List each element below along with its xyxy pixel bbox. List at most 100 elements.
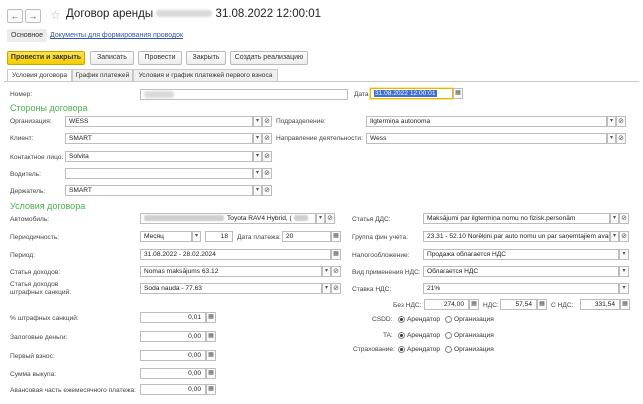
vat-calc-icon[interactable]: ▦ — [537, 299, 547, 310]
car-field[interactable]: Toyota RAV4 Hybrid, ( — [140, 213, 316, 224]
create-realization-button[interactable]: Создать реализацию — [230, 51, 308, 65]
number-label: Номер: — [10, 91, 33, 98]
with-vat-field[interactable]: 331,54 — [580, 299, 620, 310]
section-parties-title: Стороны договора — [10, 103, 88, 113]
vat-rate-label: Ставка НДС: — [352, 286, 392, 293]
buyout-label: Сумма выкупа: — [10, 371, 57, 378]
date-field[interactable]: 31.08.2022 12:00:01 — [370, 88, 453, 99]
redacted-number — [156, 10, 213, 18]
period-calendar-icon[interactable]: ▦ — [331, 249, 341, 260]
insurance-radio-organization[interactable] — [445, 346, 452, 353]
car-open-icon[interactable]: ⊘ — [325, 213, 335, 224]
periodicity-day-field[interactable]: 18 — [205, 231, 233, 242]
division-open-icon[interactable]: ⊘ — [616, 116, 626, 127]
buyout-calc-icon[interactable]: ▦ — [206, 368, 216, 379]
client-open-icon[interactable]: ⊘ — [262, 133, 272, 144]
activity-open-icon[interactable]: ⊘ — [616, 133, 626, 144]
division-field[interactable]: Ilgtermiņa autonoma — [366, 116, 607, 127]
advance-label: Авансовая часть ежемесячного платежа: — [10, 387, 136, 394]
tab-divider — [4, 81, 639, 82]
contact-open-icon[interactable]: ⊘ — [262, 151, 272, 162]
driver-open-icon[interactable]: ⊘ — [262, 168, 272, 179]
buyout-field[interactable]: 0,00 — [140, 368, 206, 379]
save-button[interactable]: Записать — [90, 51, 134, 65]
csdd-radio-organization[interactable] — [445, 316, 452, 323]
dds-dropdown-icon[interactable]: ▾ — [610, 213, 619, 224]
penalty-income-dropdown-icon[interactable]: ▾ — [322, 283, 331, 294]
payment-day-calendar-icon[interactable]: ▦ — [331, 231, 341, 242]
csdd-organization-label: Организация — [454, 316, 494, 323]
close-button[interactable]: Закрыть — [186, 51, 226, 65]
holder-open-icon[interactable]: ⊘ — [262, 185, 272, 196]
ta-organization-label: Организация — [454, 332, 494, 339]
income-open-icon[interactable]: ⊘ — [331, 266, 341, 277]
deposit-label: Залоговые деньги: — [10, 334, 68, 341]
tab-payment-schedule[interactable]: График платежей — [72, 69, 133, 81]
client-dropdown-icon[interactable]: ▾ — [253, 133, 262, 144]
post-and-close-button[interactable]: Провести и закрыть — [7, 51, 85, 65]
vat-type-dropdown-icon[interactable]: ▾ — [619, 266, 629, 277]
fin-group-open-icon[interactable]: ⊘ — [619, 231, 629, 242]
contact-field[interactable]: Solvita — [65, 151, 253, 162]
activity-field[interactable]: Wess — [366, 133, 607, 144]
dds-field[interactable]: Maksājumi par ilgtermiņa nomu no fizisk.… — [423, 213, 610, 224]
back-button[interactable]: ← — [7, 9, 23, 23]
forward-button[interactable]: → — [25, 9, 41, 23]
vat-rate-dropdown-icon[interactable]: ▾ — [619, 283, 629, 294]
deposit-calc-icon[interactable]: ▦ — [206, 331, 216, 342]
first-payment-field[interactable]: 0,00 — [140, 350, 206, 361]
penalty-percent-field[interactable]: 0,01 — [140, 312, 206, 323]
date-label: Дата: — [354, 91, 371, 98]
vat-rate-field[interactable]: 21% — [423, 283, 619, 294]
car-dropdown-icon[interactable]: ▾ — [316, 213, 325, 224]
penalty-income-open-icon[interactable]: ⊘ — [331, 283, 341, 294]
ta-radio-organization[interactable] — [445, 332, 452, 339]
organization-open-icon[interactable]: ⊘ — [262, 116, 272, 127]
activity-dropdown-icon[interactable]: ▾ — [607, 133, 616, 144]
taxation-dropdown-icon[interactable]: ▾ — [619, 249, 629, 260]
contact-dropdown-icon[interactable]: ▾ — [253, 151, 262, 162]
organization-dropdown-icon[interactable]: ▾ — [253, 116, 262, 127]
ta-radio-tenant[interactable] — [398, 332, 405, 339]
advance-calc-icon[interactable]: ▦ — [206, 384, 216, 395]
subnav-main[interactable]: Основное — [7, 29, 48, 42]
with-vat-calc-icon[interactable]: ▦ — [620, 299, 630, 310]
penalty-income-field[interactable]: Soda nauda - 77.63 — [140, 283, 322, 294]
income-dropdown-icon[interactable]: ▾ — [322, 266, 331, 277]
advance-field[interactable]: 0,00 — [140, 384, 206, 395]
fin-group-dropdown-icon[interactable]: ▾ — [610, 231, 619, 242]
income-field[interactable]: Nomas maksājums 63.12 — [140, 266, 322, 277]
division-dropdown-icon[interactable]: ▾ — [607, 116, 616, 127]
fin-group-field[interactable]: 23.31 - 52.10 Norēķini par auto nomu un … — [423, 231, 610, 242]
date-calendar-icon[interactable]: ▦ — [453, 88, 463, 99]
holder-field[interactable]: SMART — [65, 185, 253, 196]
tab-first-payment[interactable]: Условия и график платежей первого взноса — [133, 69, 278, 81]
driver-dropdown-icon[interactable]: ▾ — [253, 168, 262, 179]
dds-open-icon[interactable]: ⊘ — [619, 213, 629, 224]
number-field[interactable] — [140, 89, 348, 100]
csdd-radio-tenant[interactable] — [398, 316, 405, 323]
holder-label: Держатель: — [10, 188, 46, 195]
subnav-documents-link[interactable]: Документы для формирования проводок — [46, 29, 187, 42]
organization-field[interactable]: WESS — [65, 116, 253, 127]
first-payment-calc-icon[interactable]: ▦ — [206, 350, 216, 361]
driver-field[interactable] — [65, 168, 253, 179]
period-field[interactable]: 31.08.2022 - 28.02.2024 — [140, 249, 331, 260]
no-vat-calc-icon[interactable]: ▦ — [469, 299, 479, 310]
post-button[interactable]: Провести — [138, 51, 182, 65]
penalty-percent-calc-icon[interactable]: ▦ — [206, 312, 216, 323]
deposit-field[interactable]: 0,00 — [140, 331, 206, 342]
vat-label: НДС: — [483, 302, 499, 309]
vat-field[interactable]: 57,54 — [500, 299, 537, 310]
client-field[interactable]: SMART — [65, 133, 253, 144]
favorite-star-icon[interactable]: ☆ — [50, 8, 61, 22]
periodicity-field[interactable]: Месяц — [140, 231, 192, 242]
vat-type-field[interactable]: Облагается НДС — [423, 266, 619, 277]
no-vat-field[interactable]: 274,00 — [424, 299, 469, 310]
taxation-field[interactable]: Продажа облагается НДС — [423, 249, 619, 260]
insurance-radio-tenant[interactable] — [398, 346, 405, 353]
payment-day-field[interactable]: 20 — [282, 231, 331, 242]
holder-dropdown-icon[interactable]: ▾ — [253, 185, 262, 196]
periodicity-dropdown-icon[interactable]: ▾ — [192, 231, 201, 242]
insurance-organization-label: Организация — [454, 346, 494, 353]
